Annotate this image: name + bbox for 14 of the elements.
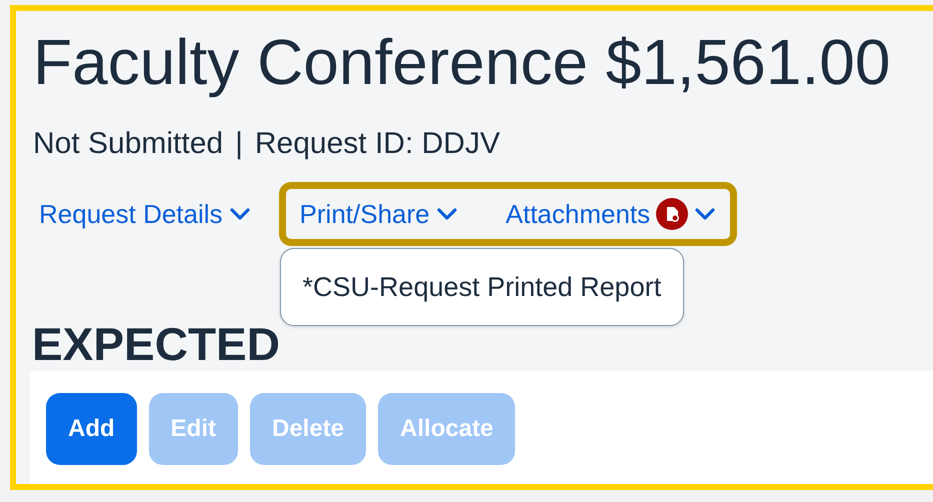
nav-link[interactable]: Request Details bbox=[39, 198, 251, 230]
separator: | bbox=[235, 127, 243, 161]
status-text: Not Submitted bbox=[33, 127, 224, 161]
chevron-down-icon bbox=[228, 207, 251, 221]
request-id: Request ID: DDJV bbox=[254, 127, 500, 161]
nav-link[interactable]: Print/Share bbox=[300, 198, 458, 230]
toolbar-button[interactable]: Add bbox=[46, 393, 137, 465]
menu-item[interactable]: *CSU-Request Printed Report bbox=[302, 272, 662, 302]
chevron-down-icon bbox=[436, 207, 458, 221]
attachment-badge-icon bbox=[656, 198, 688, 230]
nav-link[interactable]: Attachments bbox=[506, 198, 716, 230]
chevron-down-icon bbox=[694, 207, 716, 221]
page-title: Faculty Conference $1,561.00 bbox=[33, 25, 892, 99]
section-heading: EXPECTED bbox=[32, 317, 280, 371]
